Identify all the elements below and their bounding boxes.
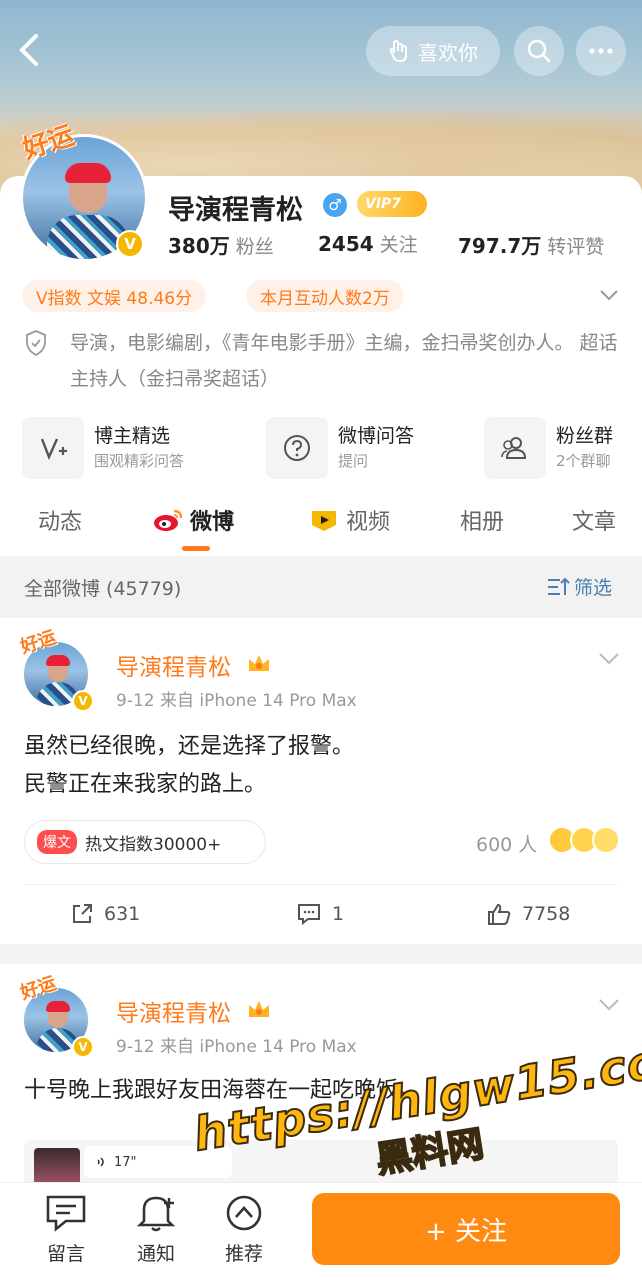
active-tab-indicator: [182, 546, 210, 551]
male-icon: ♂: [323, 193, 347, 217]
reaction-count[interactable]: 600 人: [476, 830, 537, 857]
feature-blogger-picks[interactable]: 博主精选 围观精彩问答: [22, 416, 184, 480]
feature-title: 微博问答: [338, 425, 415, 447]
feature-title: 博主精选: [94, 425, 171, 447]
tab-weibo[interactable]: 微博: [152, 504, 234, 536]
tab-albums[interactable]: 相册: [460, 504, 504, 536]
recommend-button[interactable]: 推荐: [214, 1193, 274, 1266]
weibo-logo-icon: [154, 509, 183, 531]
group-icon: [484, 417, 546, 479]
filter-icon: [548, 577, 570, 595]
comment-icon: [298, 904, 320, 926]
bio-text: 导演，电影编剧，《青年电影手册》主编，金扫帚奖创办人。 超话主持人（金扫帚奖超话…: [70, 332, 618, 390]
vip-badge[interactable]: VIP7: [357, 191, 427, 217]
hand-heart-icon: [389, 39, 407, 63]
profile-name: 导演程青松: [168, 195, 303, 226]
filter-button[interactable]: 筛选: [546, 573, 612, 600]
filter-bar: 全部微博 (45779) 筛选: [0, 558, 642, 616]
tab-articles[interactable]: 文章: [572, 504, 616, 536]
sound-wave-icon: [97, 1157, 104, 1167]
post-meta: 9-12 来自 iPhone 14 Pro Max: [116, 691, 357, 711]
thumbs-up-icon: [488, 903, 511, 925]
verified-badge: V: [72, 690, 94, 712]
feature-subtitle: 提问: [338, 452, 369, 470]
more-button[interactable]: [576, 26, 626, 76]
hot-index-text: 热文指数30000+: [85, 834, 222, 855]
feature-title: 粉丝群: [556, 425, 614, 447]
bottom-action-bar: 留言 通知 推荐 + 关注: [0, 1182, 642, 1280]
feature-fan-group[interactable]: 粉丝群 2个群聊: [484, 416, 613, 480]
chevron-down-icon[interactable]: [598, 652, 620, 666]
post-text: 虽然已经很晚，还是选择了报警。 民警正在来我家的路上。: [24, 734, 355, 797]
like-you-button[interactable]: 喜欢你: [366, 26, 500, 76]
more-dots-icon: [589, 48, 613, 54]
post-text: 十号晚上我跟好友田海蓉在一起吃晚饭。: [24, 1078, 421, 1103]
post-meta: 9-12 来自 iPhone 14 Pro Max: [116, 1037, 357, 1057]
profile-tabs: 动态 微博 视频 相册 文章: [0, 496, 642, 554]
verified-badge: V: [116, 230, 144, 258]
bell-plus-icon: [136, 1196, 176, 1232]
repost-icon: [73, 904, 92, 923]
search-button[interactable]: [514, 26, 564, 76]
post-author[interactable]: 导演程青松: [116, 648, 231, 682]
all-weibo-count: 全部微博 (45779): [24, 578, 182, 600]
feature-weibo-qa[interactable]: 微博问答 提问: [266, 416, 414, 480]
tab-dynamics[interactable]: 动态: [38, 504, 82, 536]
v-plus-icon: [22, 417, 84, 479]
search-icon: [527, 39, 551, 63]
like-button[interactable]: 7758: [486, 902, 570, 926]
chevron-down-icon[interactable]: [598, 284, 620, 306]
hot-article-pill[interactable]: 爆文 热文指数30000+: [24, 820, 266, 864]
v-index-tag[interactable]: V指数 文娱 48.46分: [22, 280, 207, 312]
engagement-stat[interactable]: 797.7万 转评赞: [458, 230, 604, 259]
shy-emoji-icon: [592, 826, 620, 854]
comment-tab-button[interactable]: 留言: [36, 1193, 96, 1266]
question-icon: [266, 417, 328, 479]
hot-tag: 爆文: [37, 830, 77, 854]
repost-button[interactable]: 631: [70, 902, 140, 926]
following-stat[interactable]: 2454 关注: [318, 230, 418, 257]
divider: [24, 884, 618, 885]
like-you-label: 喜欢你: [418, 40, 478, 65]
feature-subtitle: 围观精彩问答: [94, 452, 185, 470]
verified-badge: V: [72, 1036, 94, 1058]
voice-bubble[interactable]: 17": [84, 1146, 232, 1178]
chevron-down-icon[interactable]: [598, 998, 620, 1012]
voice-duration: 17": [114, 1154, 137, 1170]
video-icon: [312, 511, 336, 531]
recommend-icon: [226, 1195, 262, 1231]
back-button[interactable]: [14, 30, 54, 74]
interaction-tag[interactable]: 本月互动人数2万: [246, 280, 404, 312]
crown-icon: [249, 655, 269, 671]
feature-subtitle: 2个群聊: [556, 452, 611, 470]
vip-label: VIP7: [365, 196, 402, 212]
post-author[interactable]: 导演程青松: [116, 994, 231, 1028]
back-arrow-icon: [19, 34, 38, 66]
message-icon: [46, 1195, 86, 1232]
follow-button[interactable]: + 关注: [312, 1193, 620, 1265]
followers-stat[interactable]: 380万 粉丝: [168, 230, 274, 259]
tab-videos[interactable]: 视频: [308, 504, 390, 536]
profile-bio: 导演，电影编剧，《青年电影手册》主编，金扫帚奖创办人。 超话主持人（金扫帚奖超话…: [24, 325, 624, 397]
crown-icon: [249, 1001, 269, 1017]
weibo-post[interactable]: V 好运 导演程青松 9-12 来自 iPhone 14 Pro Max 虽然已…: [0, 618, 642, 944]
comment-button[interactable]: 1: [296, 902, 344, 926]
notify-button[interactable]: 通知: [126, 1193, 186, 1266]
